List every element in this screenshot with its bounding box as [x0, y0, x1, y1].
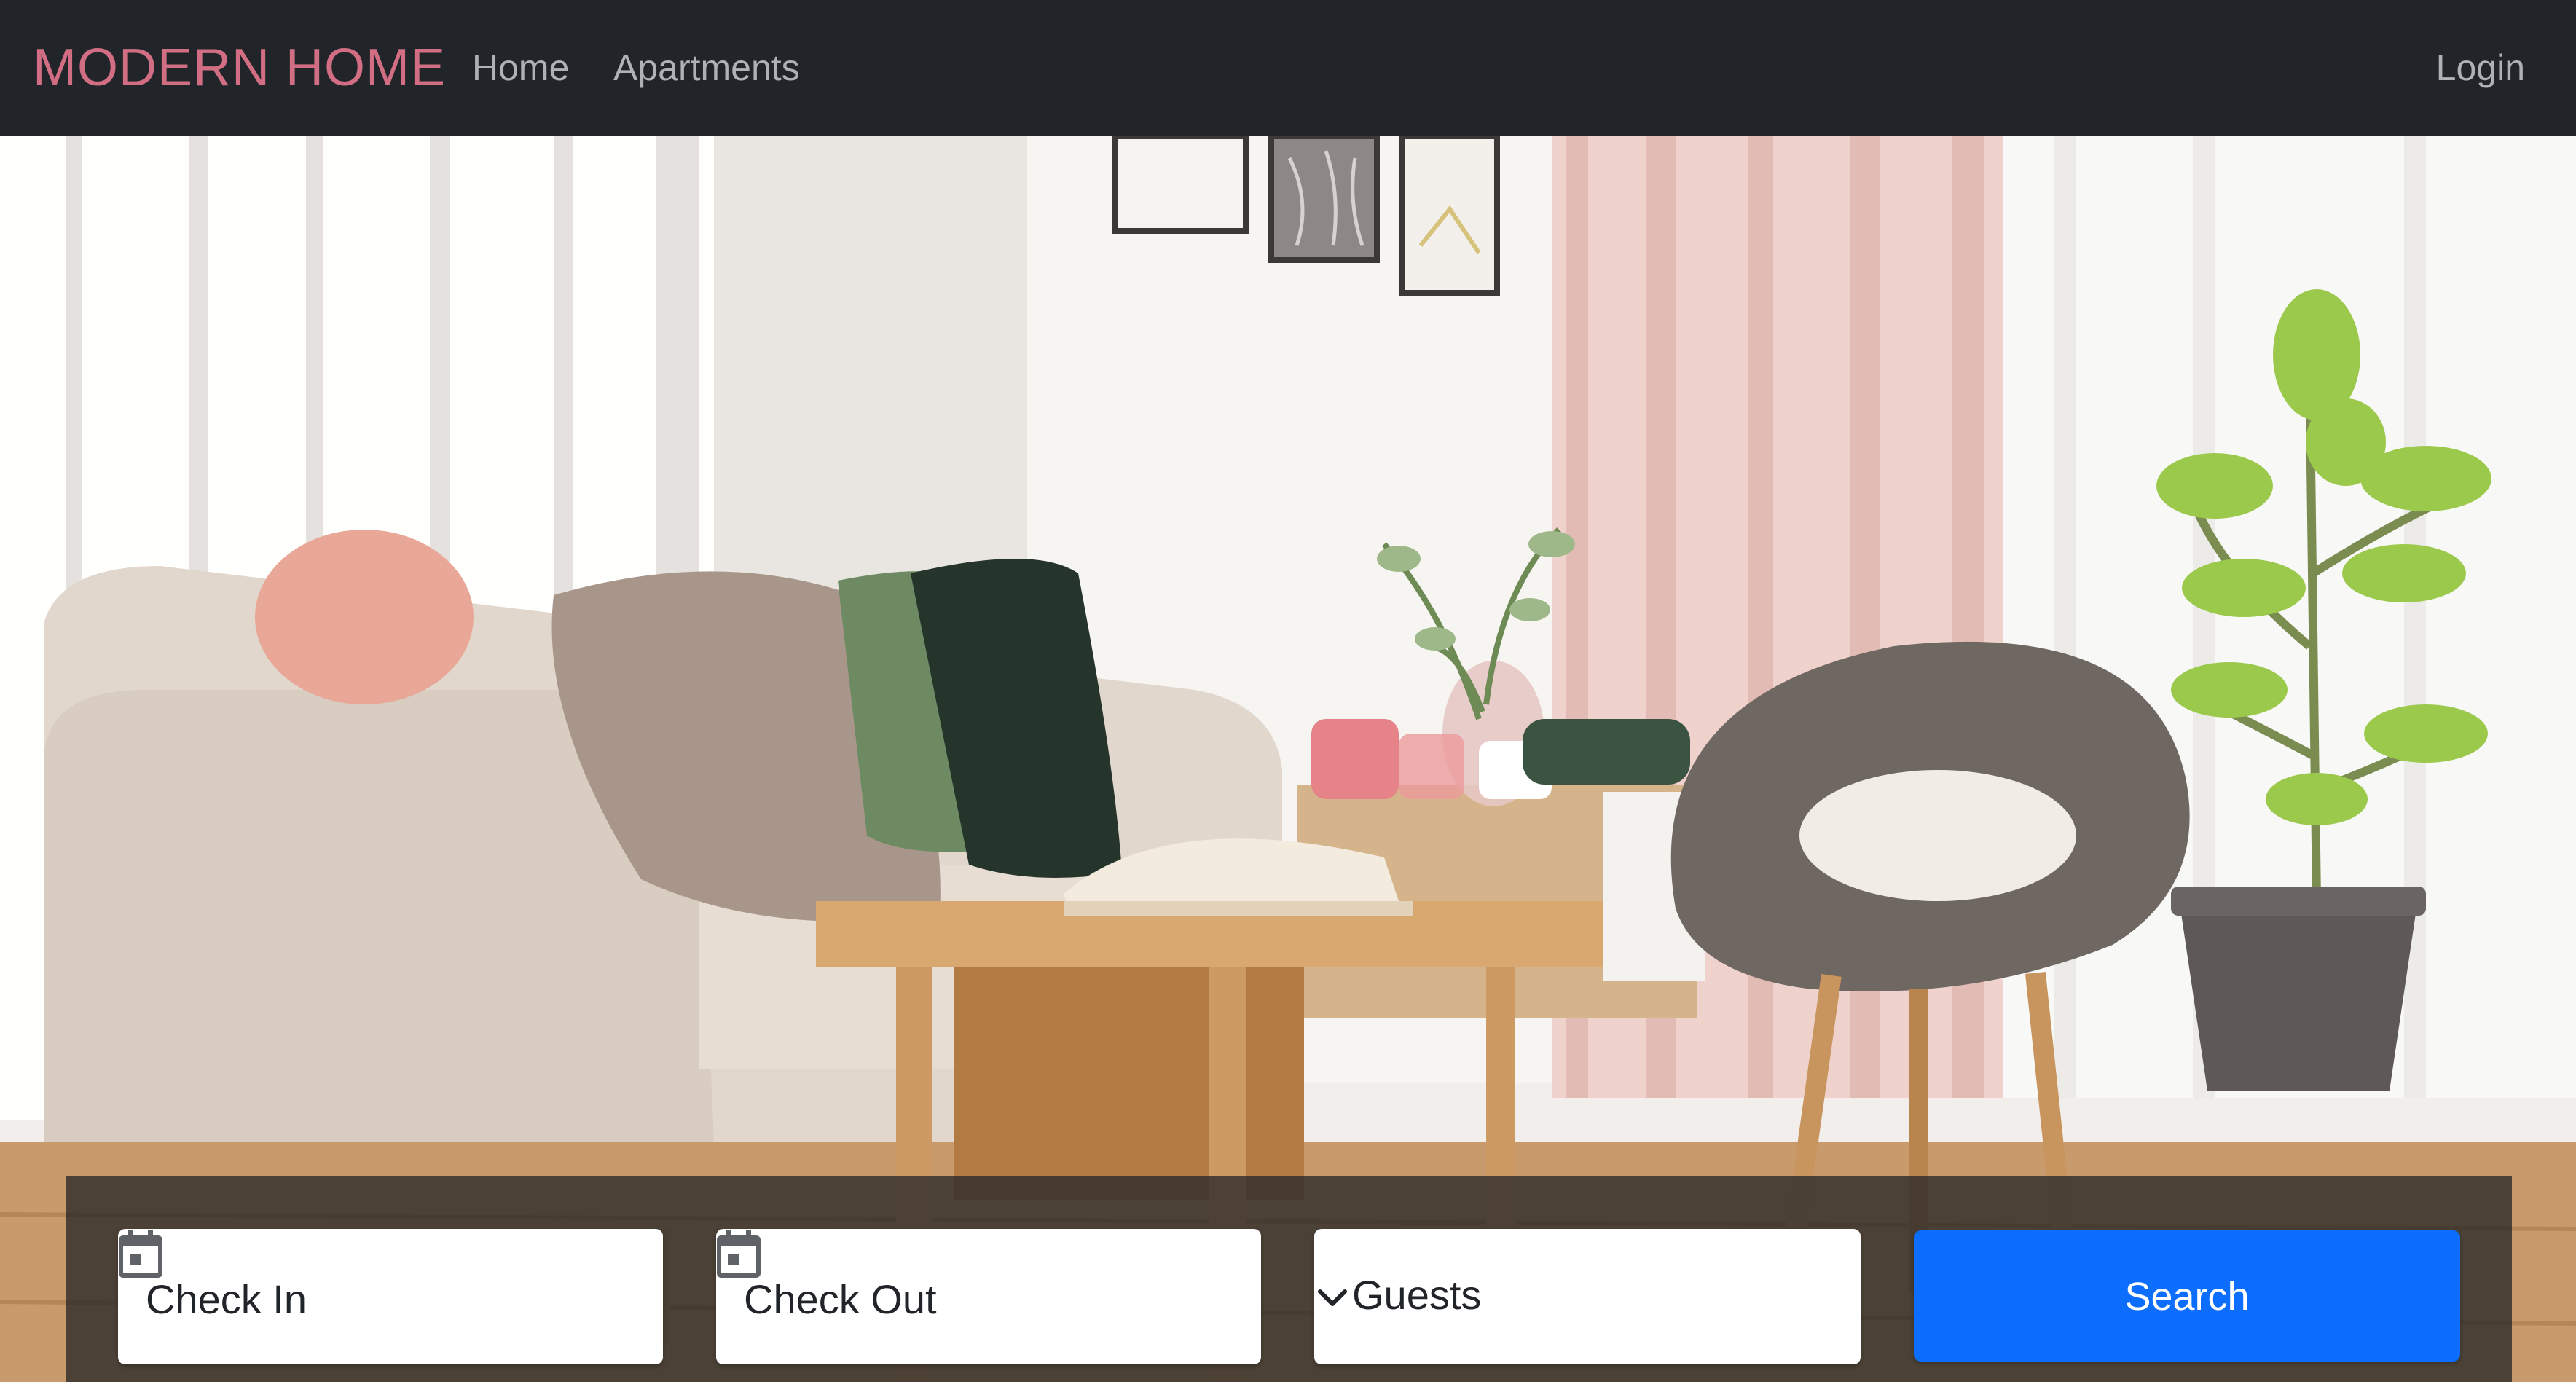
nav-link-home[interactable]: Home — [472, 42, 569, 93]
check-in-placeholder: Check In — [146, 1276, 307, 1322]
search-button[interactable]: Search — [1914, 1230, 2460, 1362]
check-in-input[interactable]: Check In — [118, 1229, 663, 1364]
check-out-input[interactable]: Check Out — [716, 1229, 1261, 1364]
search-panel: Check In Check Out Guests Search — [66, 1176, 2512, 1382]
chevron-down-icon — [1318, 1289, 1347, 1306]
nav-link-login[interactable]: Login — [2436, 42, 2525, 93]
hero-banner: Check In Check Out Guests Search — [0, 136, 2576, 1382]
brand-logo[interactable]: MODERN HOME — [33, 35, 446, 101]
calendar-icon[interactable] — [716, 1229, 761, 1278]
guests-select[interactable]: Guests — [1314, 1229, 1861, 1364]
top-navbar: MODERN HOME Home Apartments Login — [0, 0, 2576, 136]
calendar-icon[interactable] — [118, 1229, 163, 1278]
guests-placeholder: Guests — [1352, 1272, 1482, 1318]
nav-link-apartments[interactable]: Apartments — [613, 42, 800, 93]
check-out-placeholder: Check Out — [744, 1276, 937, 1322]
